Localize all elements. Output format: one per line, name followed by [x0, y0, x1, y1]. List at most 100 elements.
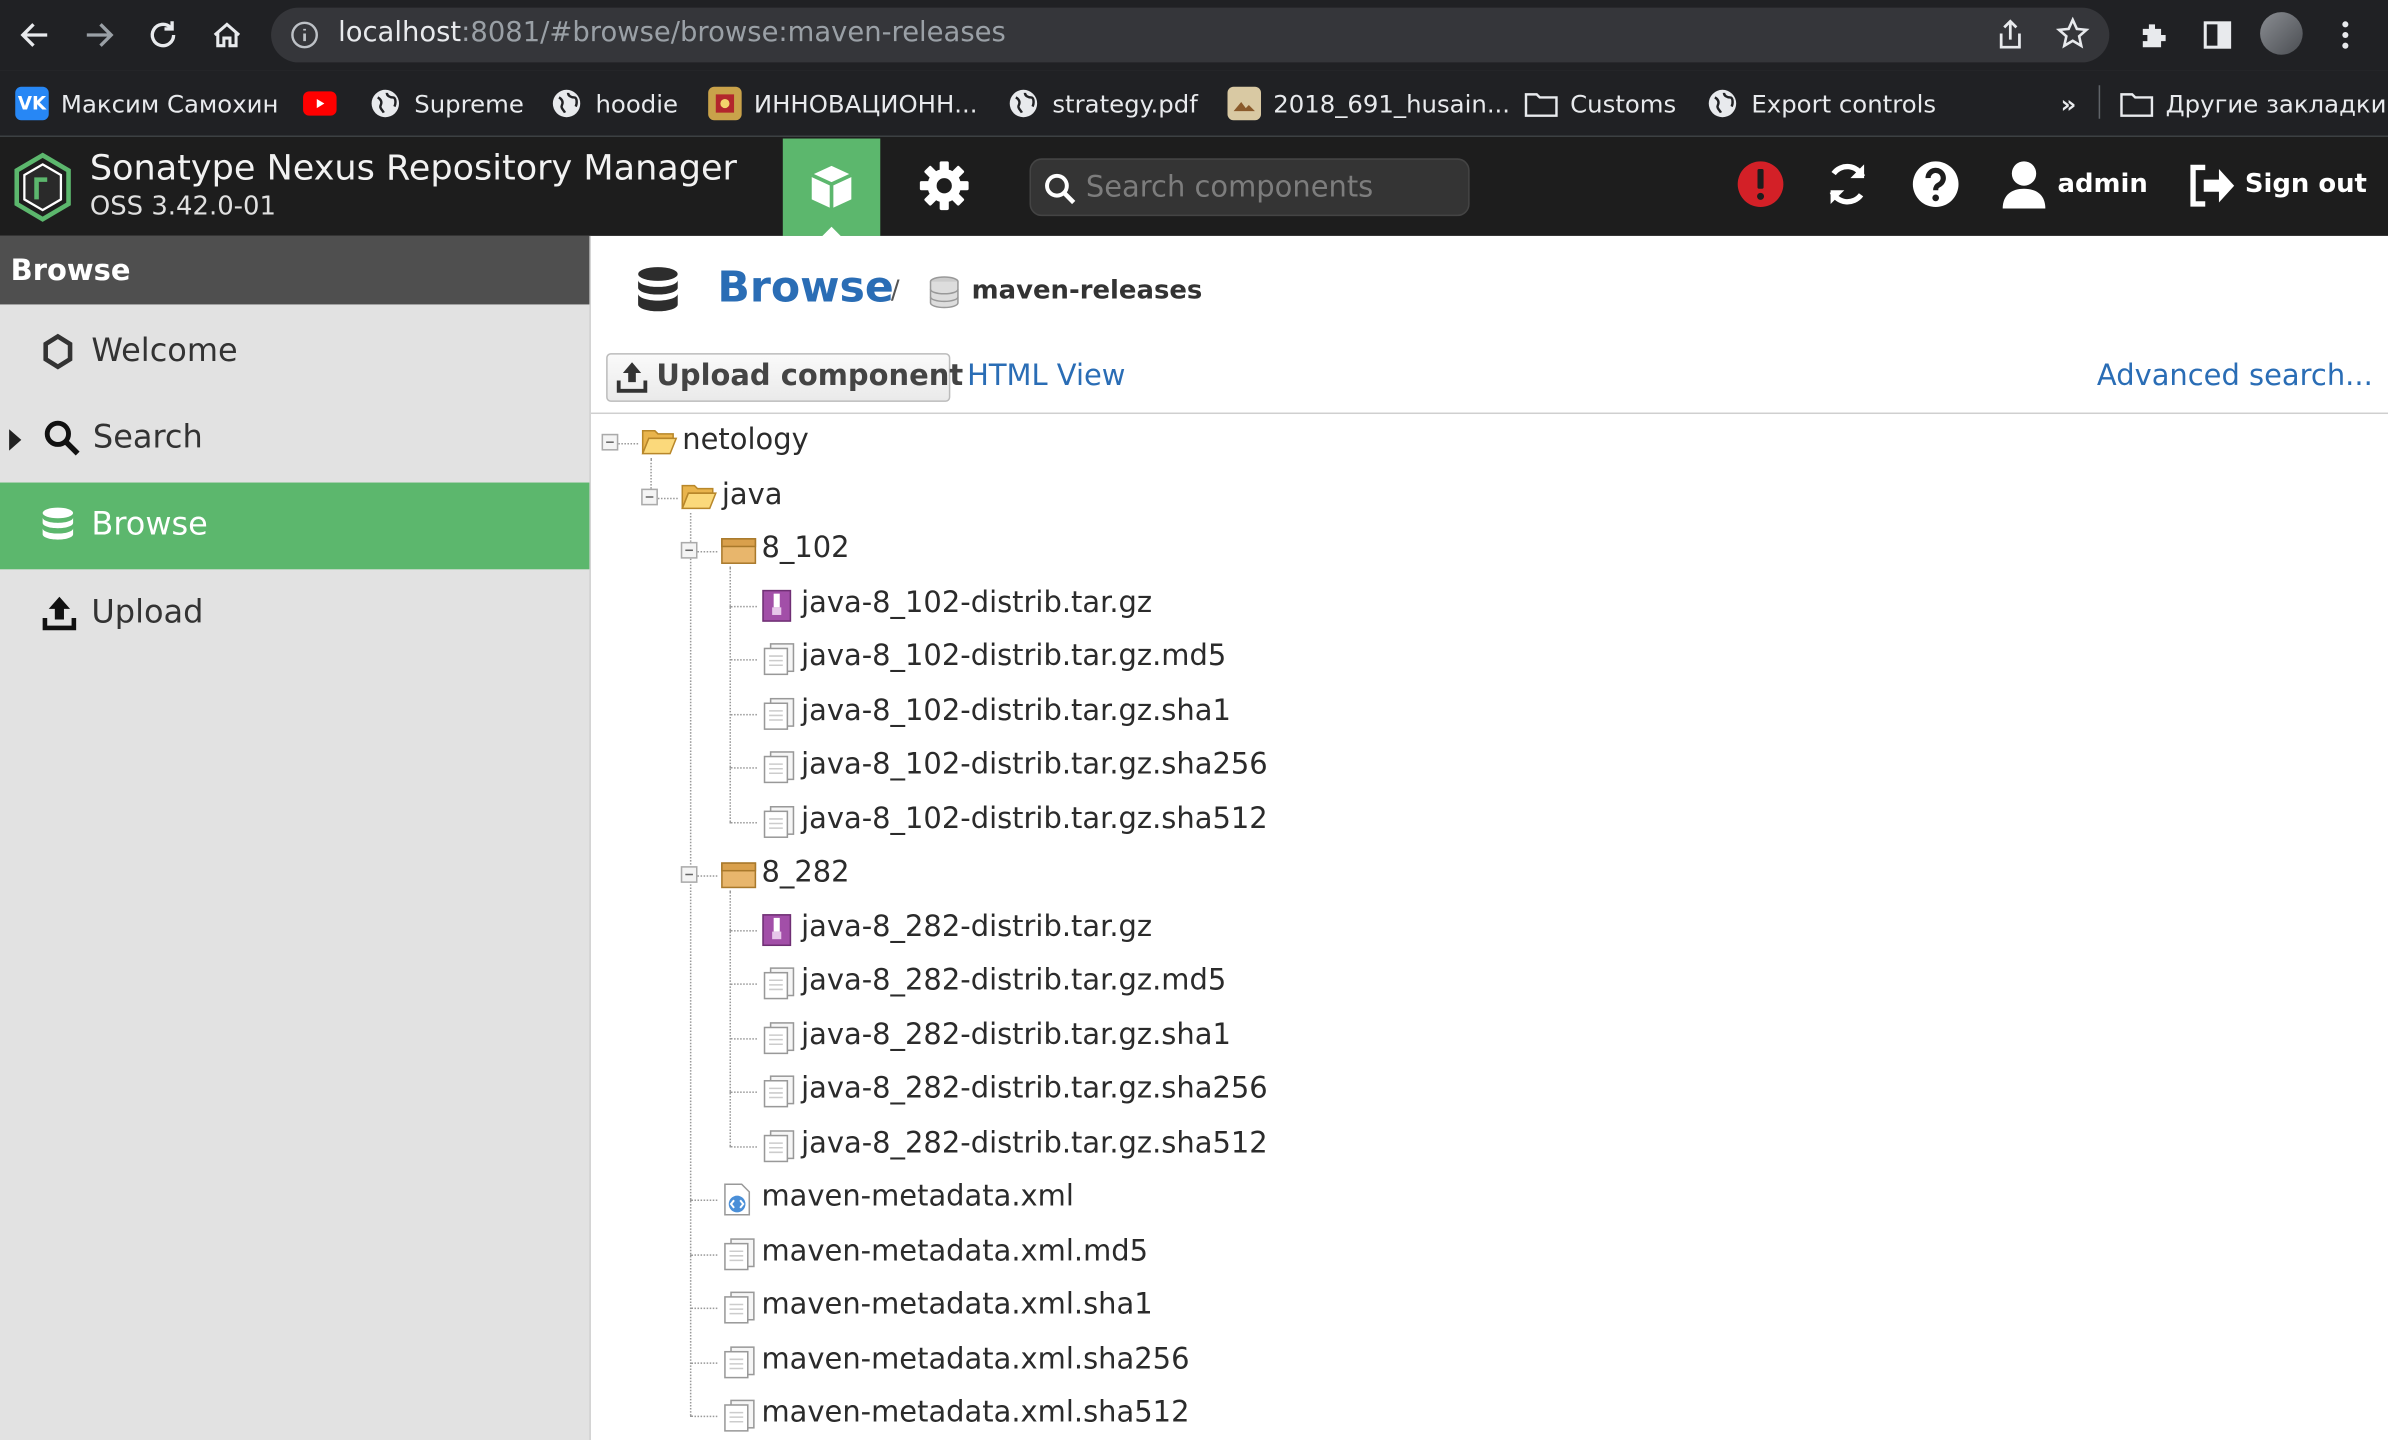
bookmark-0[interactable]: VK Максим Самохин — [15, 70, 278, 137]
tree-leaf[interactable]: java-8_282-distrib.tar.gz.sha512 — [760, 1118, 2266, 1170]
tree-leaf[interactable]: maven-metadata.xml.sha256 — [720, 1334, 2266, 1386]
tree-leaf[interactable]: java-8_102-distrib.tar.gz.sha1 — [760, 686, 2266, 738]
file-icon — [760, 696, 797, 736]
side-panel-icon[interactable] — [2201, 18, 2235, 51]
upload-component-button[interactable]: Upload component — [606, 353, 963, 402]
breadcrumb-browse-link[interactable]: Browse — [717, 262, 894, 312]
reload-button[interactable] — [140, 12, 186, 58]
sidebar: Browse Welcome Search Browse Upload — [0, 235, 591, 1440]
sidebar-item-upload[interactable]: Upload — [0, 571, 589, 658]
search-input[interactable] — [1085, 170, 1452, 204]
tree-node[interactable]: 8_102 — [720, 524, 2266, 576]
advanced-search-link[interactable]: Advanced search... — [2097, 359, 2373, 392]
url-host: localhost — [338, 16, 462, 49]
sign-out-icon[interactable] — [2187, 163, 2236, 209]
tree-node[interactable]: java — [681, 470, 2266, 522]
xml-icon — [720, 1183, 754, 1223]
bookmark-1[interactable] — [303, 70, 337, 137]
forward-button[interactable] — [76, 12, 122, 58]
tree-node[interactable]: 8_282 — [720, 848, 2266, 900]
bookmark-3[interactable]: hoodie — [550, 70, 678, 137]
search-icon — [44, 420, 80, 456]
tree-connector — [689, 1199, 718, 1202]
tree-label: java — [721, 477, 783, 511]
nexus-logo-icon[interactable] — [12, 152, 73, 222]
bookmark-2[interactable]: Supreme — [369, 70, 524, 137]
tree-leaf[interactable]: maven-metadata.xml.md5 — [720, 1226, 2266, 1278]
tree-leaf[interactable]: java-8_102-distrib.tar.gz.sha256 — [760, 740, 2266, 792]
tree-leaf[interactable]: maven-metadata.xml.sha1 — [720, 1280, 2266, 1332]
extensions-icon[interactable] — [2137, 18, 2171, 51]
app-version: OSS 3.42.0-01 — [89, 191, 276, 223]
tree-leaf[interactable]: java-8_282-distrib.tar.gz.sha1 — [760, 1010, 2266, 1062]
collapse-toggle[interactable] — [641, 487, 658, 505]
profile-avatar[interactable] — [2260, 12, 2303, 55]
tree-connector — [729, 767, 757, 769]
tree-connector — [689, 1361, 718, 1364]
tree-node[interactable]: netology — [641, 416, 2266, 468]
tree-leaf[interactable]: maven-metadata.xml.sha512 — [720, 1388, 2266, 1440]
alert-icon[interactable] — [1735, 158, 1787, 210]
browse-mode-button[interactable] — [782, 138, 881, 238]
tree-leaf[interactable]: java-8_282-distrib.tar.gz.md5 — [760, 956, 2266, 1008]
tree-label: java-8_102-distrib.tar.gz.sha256 — [801, 747, 1268, 781]
vk-icon: VK — [15, 86, 49, 121]
expand-caret-icon[interactable] — [9, 429, 22, 451]
sidebar-item-welcome[interactable]: Welcome — [0, 309, 589, 396]
collapse-toggle[interactable] — [680, 866, 698, 883]
tree-leaf[interactable]: java-8_282-distrib.tar.gz.sha256 — [760, 1064, 2266, 1116]
bookmark-5[interactable]: strategy.pdf — [1007, 70, 1198, 137]
tree-leaf[interactable]: java-8_282-distrib.tar.gz — [760, 902, 2266, 954]
help-icon[interactable] — [1910, 158, 1962, 210]
tree-leaf[interactable]: java-8_102-distrib.tar.gz.sha512 — [760, 794, 2266, 846]
other-bookmarks[interactable]: Другие закладки — [2120, 70, 2386, 137]
refresh-icon[interactable] — [1821, 158, 1873, 210]
bookmark-6[interactable]: 2018_691_husain... — [1227, 70, 1511, 137]
sidebar-item-browse[interactable]: Browse — [0, 482, 590, 570]
search-components[interactable] — [1029, 158, 1470, 217]
site-info-icon[interactable] — [289, 20, 319, 50]
globe-icon — [369, 87, 403, 120]
tree-connector — [729, 659, 757, 661]
tree-label: java-8_102-distrib.tar.gz — [801, 585, 1153, 619]
globe-icon — [550, 87, 584, 120]
hexagon-icon — [43, 333, 73, 370]
tree-label: maven-metadata.xml.sha256 — [761, 1341, 1190, 1376]
sidebar-item-search[interactable]: Search — [0, 396, 589, 483]
browser-menu-icon[interactable] — [2330, 18, 2360, 51]
upload-component-label: Upload component — [656, 359, 964, 393]
tree-leaf[interactable]: maven-metadata.xml — [720, 1172, 2266, 1224]
url-text[interactable]: localhost:8081/#browse/browse:maven-rele… — [338, 17, 1006, 49]
bookmark-8[interactable]: Export controls — [1706, 70, 1936, 137]
file-icon — [760, 1021, 797, 1061]
more-bookmarks-button[interactable]: » — [2061, 70, 2077, 137]
bookmark-star-icon[interactable] — [2055, 16, 2090, 50]
tree-connector — [729, 929, 757, 931]
sign-out-button[interactable]: Sign out — [2245, 169, 2367, 199]
user-icon[interactable] — [2000, 158, 2049, 210]
tree-connector — [689, 1307, 718, 1310]
share-icon[interactable] — [1995, 18, 2025, 51]
settings-gear-icon[interactable] — [915, 157, 973, 215]
folder-icon — [681, 480, 718, 517]
user-name[interactable]: admin — [2058, 169, 2148, 199]
tree-label: 8_102 — [761, 531, 850, 565]
collapse-toggle[interactable] — [601, 433, 619, 451]
globe-icon — [1706, 87, 1740, 120]
tree-leaf[interactable]: java-8_102-distrib.tar.gz — [760, 578, 2266, 630]
tree-leaf[interactable]: java-8_102-distrib.tar.gz.md5 — [760, 632, 2266, 684]
bookmark-4[interactable]: ИННОВАЦИОНН... — [708, 70, 978, 137]
html-view-link[interactable]: HTML View — [967, 359, 1125, 392]
tree-label: maven-metadata.xml.sha512 — [761, 1395, 1190, 1430]
bookmark-label: 2018_691_husain... — [1273, 89, 1511, 118]
bookmark-label: Customs — [1570, 89, 1677, 118]
youtube-icon — [303, 91, 337, 116]
component-icon — [720, 859, 757, 896]
tree-label: maven-metadata.xml.sha1 — [761, 1287, 1153, 1322]
home-button[interactable] — [204, 12, 250, 58]
tree-label: java-8_282-distrib.tar.gz.md5 — [801, 963, 1227, 998]
back-button[interactable] — [12, 12, 58, 58]
tree-connector — [689, 1415, 718, 1418]
collapse-toggle[interactable] — [680, 541, 698, 559]
bookmark-7[interactable]: Customs — [1524, 70, 1676, 137]
